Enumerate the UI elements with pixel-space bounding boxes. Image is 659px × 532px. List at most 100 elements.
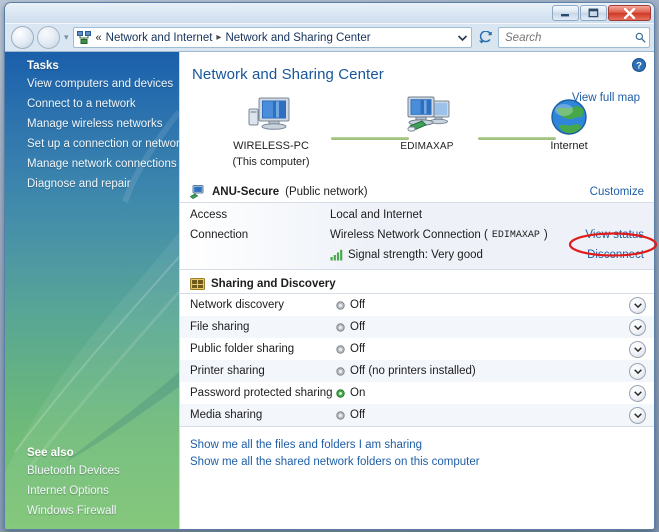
sidebar-heading-tasks: Tasks: [27, 60, 59, 72]
maximize-button[interactable]: [580, 5, 607, 21]
refresh-button[interactable]: [475, 27, 495, 48]
sidebar-item-manage-wireless-networks[interactable]: Manage wireless networks: [5, 114, 179, 134]
status-off-icon: [336, 366, 345, 376]
sharing-list: Network discovery Off File sharing Off P…: [180, 294, 654, 427]
sharing-state: Off: [350, 321, 366, 333]
chevron-down-icon[interactable]: [629, 384, 646, 402]
show-shared-network-folders-link[interactable]: Show me all the shared network folders o…: [190, 454, 654, 471]
search-box[interactable]: [498, 27, 650, 48]
sharing-row-public-folder-sharing: Public folder sharing Off: [180, 338, 654, 360]
bottom-links: Show me all the files and folders I am s…: [180, 427, 654, 471]
view-status-link[interactable]: View status: [585, 229, 644, 241]
back-button[interactable]: [11, 26, 34, 49]
minimize-button[interactable]: [552, 5, 579, 21]
status-off-icon: [336, 322, 345, 332]
sharing-state: Off (no printers installed): [350, 365, 476, 377]
sidebar-item-set-up-a-connection-or-network[interactable]: Set up a connection or network: [5, 134, 179, 154]
detail-value-ssid: EDIMAXAP: [491, 229, 540, 241]
sidebar-heading-see-also: See also: [27, 447, 74, 459]
sidebar-item-bluetooth-devices[interactable]: Bluetooth Devices: [5, 461, 179, 481]
chevron-down-icon[interactable]: [629, 318, 646, 336]
chevron-down-icon[interactable]: [629, 406, 646, 424]
sidebar-see-also-group: See also Bluetooth Devices Internet Opti…: [5, 439, 179, 521]
main-pane: ? Network and Sharing Center View full m…: [179, 52, 654, 529]
sharing-state: On: [350, 387, 366, 399]
detail-row-connection: Connection Wireless Network Connection (…: [180, 225, 654, 245]
network-icon: [190, 185, 204, 199]
detail-row-signal-strength: Signal strength: Very good Disconnect: [180, 245, 654, 265]
map-node-label: Internet: [550, 140, 588, 152]
sharing-row-password-protected-sharing: Password protected sharing On: [180, 382, 654, 404]
status-off-icon: [336, 410, 345, 420]
sidebar-item-connect-to-a-network[interactable]: Connect to a network: [5, 94, 179, 114]
sharing-label: Media sharing: [190, 409, 263, 421]
detail-value-tail: ): [543, 229, 548, 241]
close-button[interactable]: [608, 5, 651, 21]
address-bar: ▾ « Network and Internet ▸ Network and S…: [5, 24, 654, 51]
sharing-label: Network discovery: [190, 299, 284, 311]
network-map: WIRELESS-PC (This computer) EDIMAXAP Int…: [180, 89, 654, 185]
network-details: Access Local and Internet Connection Wir…: [180, 203, 654, 270]
sharing-label: Public folder sharing: [190, 343, 295, 355]
network-name: ANU-Secure: [212, 186, 280, 198]
map-node-sublabel: (This computer): [232, 156, 310, 168]
breadcrumb-overflow[interactable]: «: [94, 32, 104, 44]
map-node-edimaxap[interactable]: EDIMAXAP: [367, 96, 487, 153]
sharing-label: Password protected sharing: [190, 387, 333, 399]
map-node-internet[interactable]: Internet: [509, 97, 629, 153]
chevron-down-icon[interactable]: [629, 296, 646, 314]
help-icon[interactable]: ?: [632, 58, 646, 72]
detail-key: Connection: [190, 229, 249, 241]
breadcrumb[interactable]: « Network and Internet ▸ Network and Sha…: [72, 27, 472, 48]
sidebar-item-manage-network-connections[interactable]: Manage network connections: [5, 154, 179, 174]
status-off-icon: [336, 344, 345, 354]
sharing-state: Off: [350, 299, 366, 311]
sharing-heading: Sharing and Discovery: [211, 277, 336, 290]
detail-key: Access: [190, 209, 228, 221]
sidebar-item-view-computers-and-devices[interactable]: View computers and devices: [5, 74, 179, 94]
sidebar-item-diagnose-and-repair[interactable]: Diagnose and repair: [5, 174, 179, 194]
detail-row-access: Access Local and Internet: [180, 205, 654, 225]
chevron-down-icon[interactable]: [629, 340, 646, 358]
breadcrumb-dropdown-icon[interactable]: [455, 34, 469, 41]
page-title: Network and Sharing Center: [192, 66, 384, 83]
sharing-state: Off: [350, 343, 366, 355]
detail-value: Signal strength: Very good: [348, 249, 483, 261]
map-node-label: WIRELESS-PC: [233, 140, 309, 152]
sharing-section-header: Sharing and Discovery: [180, 270, 654, 294]
map-node-wireless-pc[interactable]: WIRELESS-PC (This computer): [211, 97, 331, 169]
sharing-row-file-sharing: File sharing Off: [180, 316, 654, 338]
signal-bars-icon: [330, 249, 343, 261]
sharing-row-media-sharing: Media sharing Off: [180, 404, 654, 426]
navigation-sidebar: Tasks View computers and devices Connect…: [5, 52, 179, 529]
disconnect-link[interactable]: Disconnect: [587, 249, 644, 261]
sidebar-item-windows-firewall[interactable]: Windows Firewall: [5, 501, 179, 521]
breadcrumb-item-network-and-internet[interactable]: Network and Internet: [104, 31, 215, 45]
explorer-window: ▾ « Network and Internet ▸ Network and S…: [4, 2, 655, 530]
forward-button[interactable]: [37, 26, 60, 49]
sidebar-item-internet-options[interactable]: Internet Options: [5, 481, 179, 501]
search-icon: [635, 32, 646, 43]
chevron-down-icon[interactable]: [629, 362, 646, 380]
network-section-header: ANU-Secure (Public network) Customize: [180, 185, 654, 203]
globe-icon: [509, 97, 629, 137]
computer-icon: [211, 97, 331, 137]
detail-value: Local and Internet: [330, 209, 423, 221]
network-icon: [76, 31, 91, 44]
network-type: (Public network): [285, 186, 368, 198]
sharing-row-network-discovery: Network discovery Off: [180, 294, 654, 316]
sharing-label: File sharing: [190, 321, 250, 333]
svg-text:?: ?: [636, 60, 642, 71]
title-bar: [5, 3, 654, 24]
breadcrumb-item-network-and-sharing-center[interactable]: Network and Sharing Center: [223, 31, 372, 45]
refresh-icon: [479, 30, 492, 44]
detail-value: Wireless Network Connection (: [330, 229, 488, 241]
search-input[interactable]: [505, 31, 636, 44]
breadcrumb-separator-icon: ▸: [216, 32, 222, 43]
window-content: Tasks View computers and devices Connect…: [5, 51, 654, 529]
customize-link[interactable]: Customize: [590, 186, 644, 198]
show-files-and-folders-link[interactable]: Show me all the files and folders I am s…: [190, 437, 654, 454]
window-controls: [552, 5, 651, 21]
history-dropdown-icon[interactable]: ▾: [63, 32, 70, 43]
sharing-label: Printer sharing: [190, 365, 265, 377]
